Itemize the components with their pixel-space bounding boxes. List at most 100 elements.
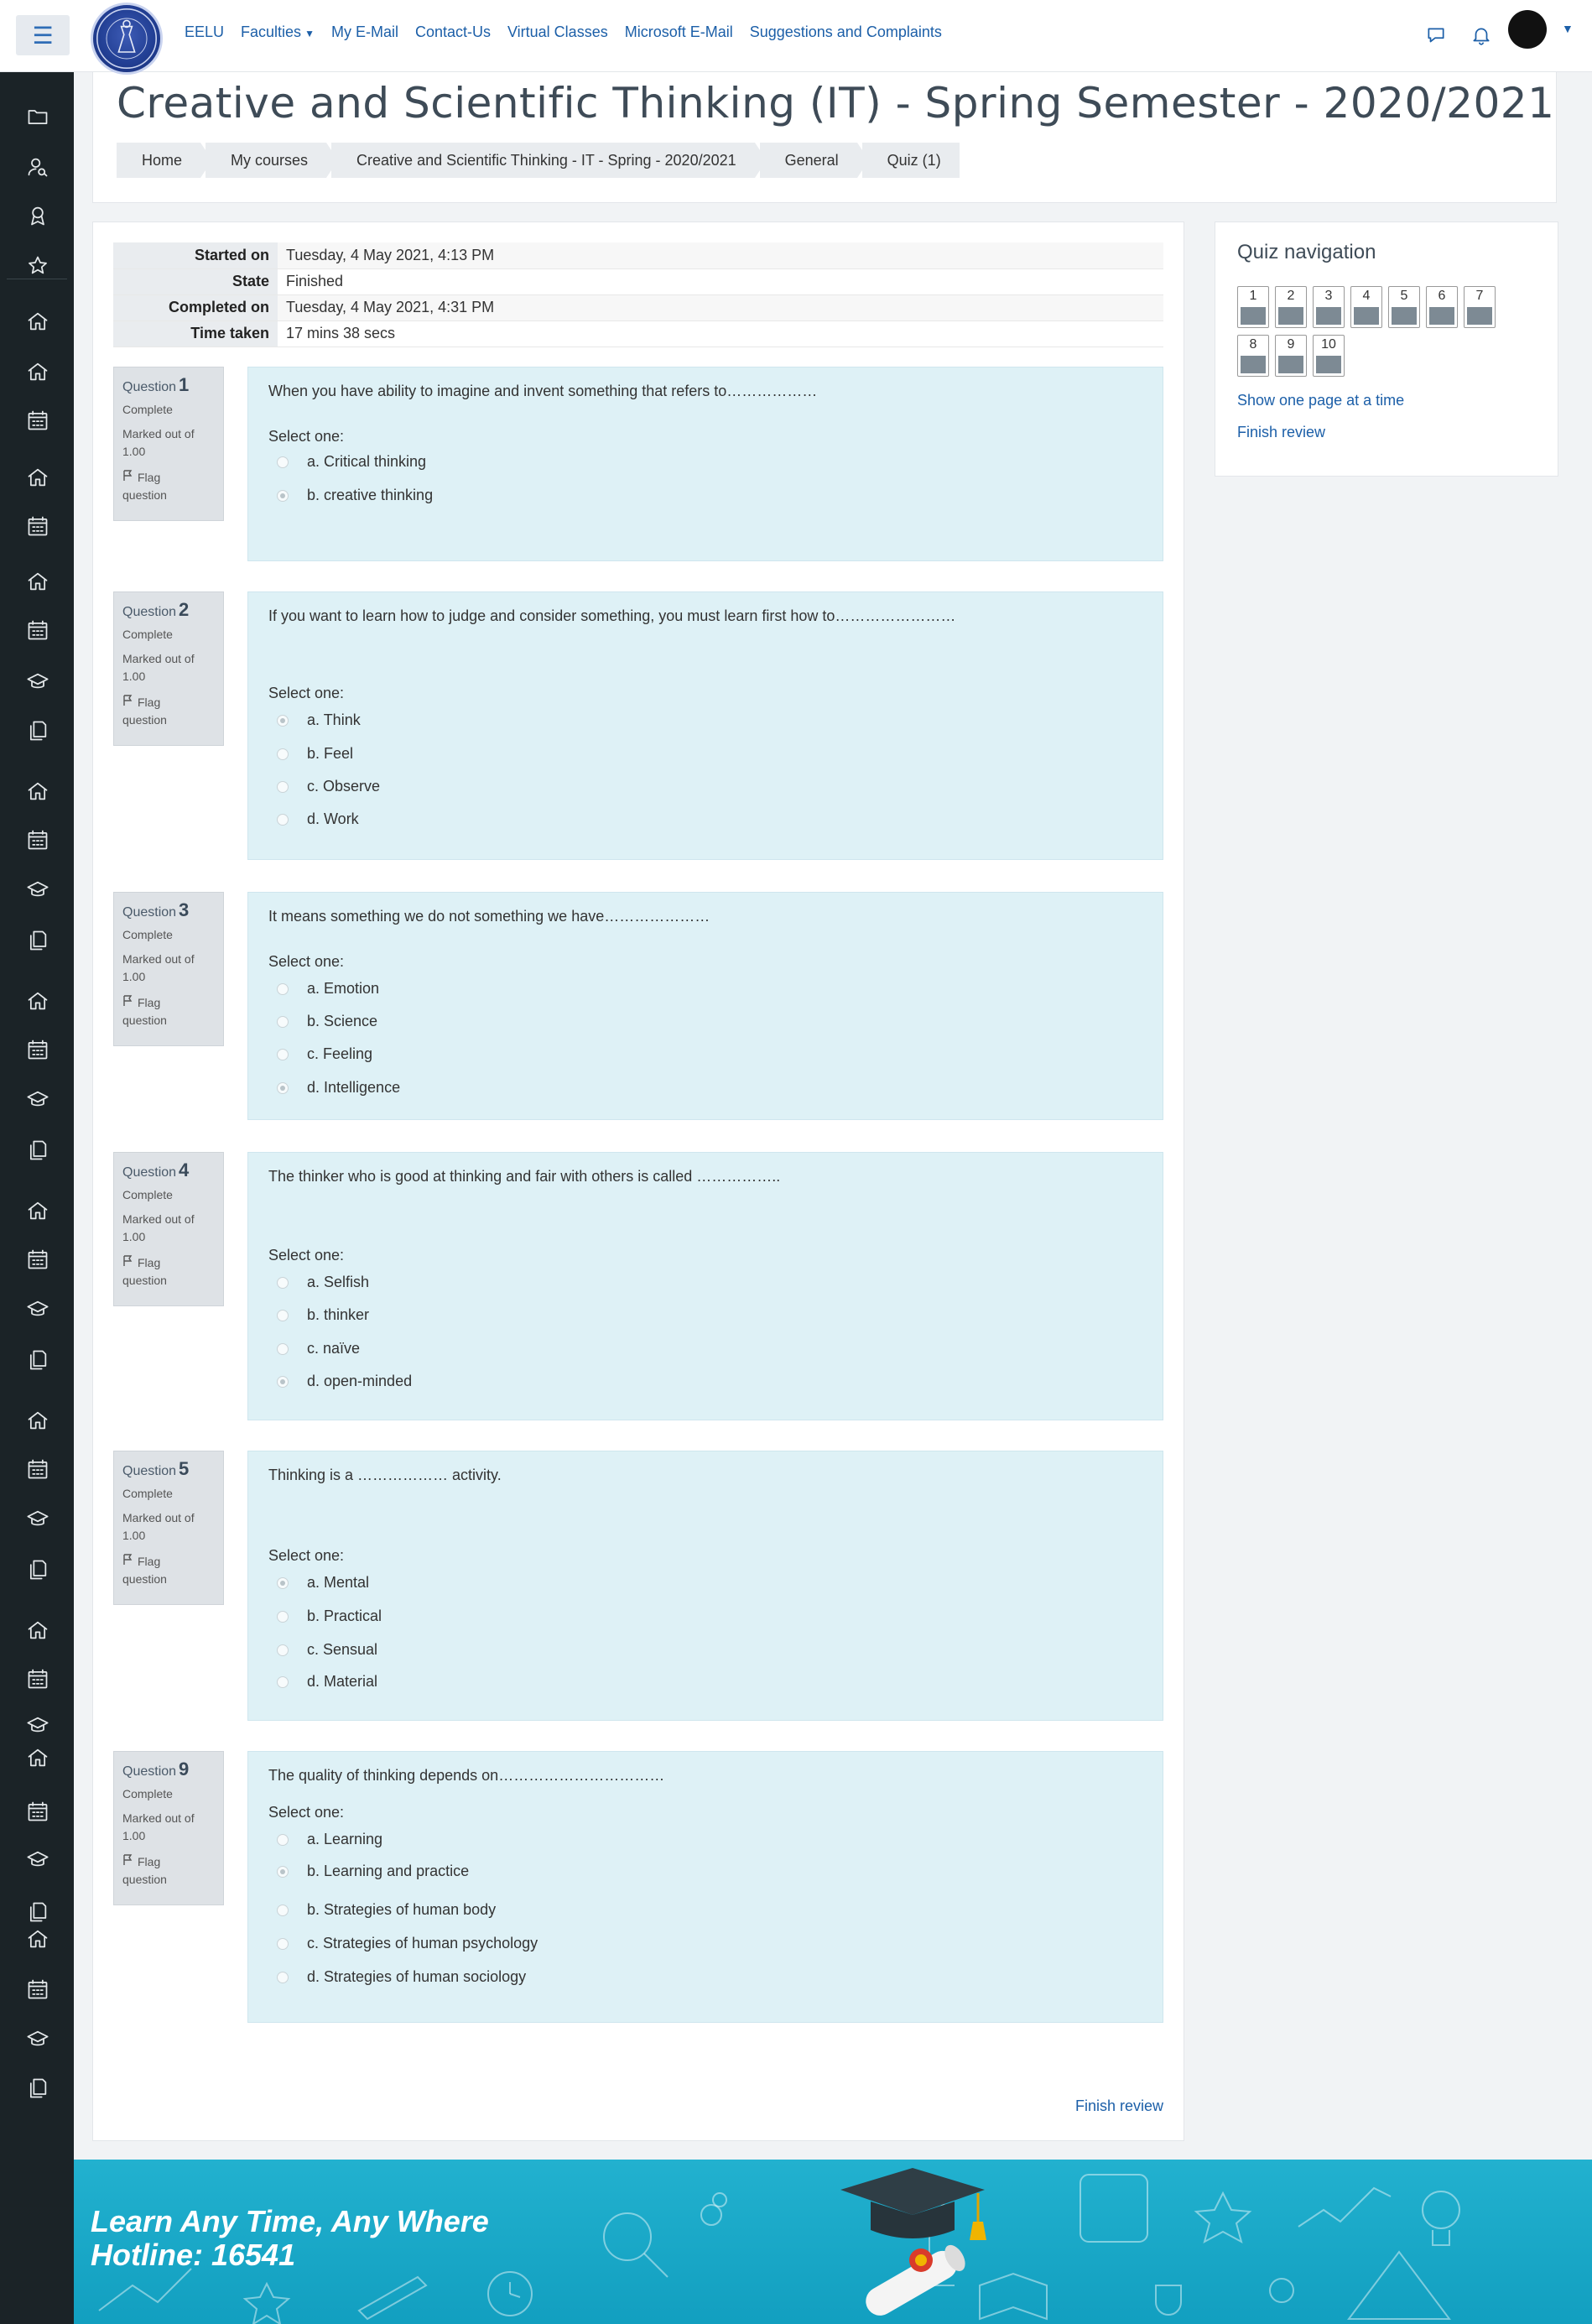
sidebar-item-18[interactable]: [23, 987, 52, 1015]
nav-link-microsoft-e-mail[interactable]: Microsoft E-Mail: [625, 23, 733, 41]
answer-radio[interactable]: [277, 456, 289, 468]
answer-option[interactable]: d. Strategies of human sociology: [277, 1968, 526, 1986]
messages-button[interactable]: [1421, 20, 1451, 50]
quiz-nav-question-button[interactable]: 3: [1313, 286, 1345, 328]
nav-link-virtual-classes[interactable]: Virtual Classes: [507, 23, 608, 41]
answer-radio[interactable]: [277, 1937, 289, 1950]
sidebar-item-25[interactable]: [23, 1346, 52, 1374]
chevron-down-icon[interactable]: ▼: [1562, 22, 1574, 35]
answer-radio[interactable]: [277, 748, 289, 760]
quiz-nav-question-button[interactable]: 4: [1350, 286, 1382, 328]
quiz-nav-question-button[interactable]: 2: [1275, 286, 1307, 328]
answer-radio[interactable]: [277, 1865, 289, 1878]
sidebar-item-5[interactable]: [23, 307, 52, 336]
quiz-nav-question-button[interactable]: 9: [1275, 335, 1307, 377]
answer-option[interactable]: c. Feeling: [277, 1045, 372, 1063]
sidebar-item-28[interactable]: [23, 1505, 52, 1534]
sidebar-item-4[interactable]: [23, 252, 52, 280]
answer-option[interactable]: a. Critical thinking: [277, 453, 426, 471]
breadcrumb-item[interactable]: Creative and Scientific Thinking - IT - …: [331, 143, 767, 178]
answer-radio[interactable]: [277, 1015, 289, 1028]
nav-link-my-e-mail[interactable]: My E-Mail: [331, 23, 398, 41]
sidebar-item-39[interactable]: [23, 2025, 52, 2054]
answer-radio[interactable]: [277, 1276, 289, 1289]
sidebar-item-19[interactable]: [23, 1035, 52, 1064]
sidebar-item-35[interactable]: [23, 1846, 52, 1874]
answer-radio[interactable]: [277, 1971, 289, 1983]
answer-option[interactable]: c. Sensual: [277, 1641, 377, 1659]
flag-question-button[interactable]: Flag question: [122, 469, 215, 504]
answer-radio[interactable]: [277, 982, 289, 995]
sidebar-item-9[interactable]: [23, 512, 52, 540]
answer-radio[interactable]: [277, 1375, 289, 1388]
answer-option[interactable]: c. naïve: [277, 1340, 360, 1357]
answer-radio[interactable]: [277, 1342, 289, 1355]
answer-radio[interactable]: [277, 1610, 289, 1623]
answer-radio[interactable]: [277, 813, 289, 826]
answer-option[interactable]: a. Think: [277, 711, 361, 729]
sidebar-item-27[interactable]: [23, 1455, 52, 1483]
answer-option[interactable]: b. creative thinking: [277, 487, 433, 504]
sidebar-item-40[interactable]: [23, 2074, 52, 2103]
flag-question-button[interactable]: Flag question: [122, 1553, 215, 1588]
quiz-nav-question-button[interactable]: 6: [1426, 286, 1458, 328]
breadcrumb-item[interactable]: Home: [117, 143, 213, 178]
sidebar-item-15[interactable]: [23, 826, 52, 854]
answer-option[interactable]: b. Learning and practice: [277, 1863, 469, 1880]
sidebar-item-26[interactable]: [23, 1406, 52, 1435]
answer-option[interactable]: d. open-minded: [277, 1373, 412, 1390]
sidebar-item-38[interactable]: [23, 1975, 52, 2004]
sidebar-item-23[interactable]: [23, 1245, 52, 1274]
quiz-nav-question-button[interactable]: 10: [1313, 335, 1345, 377]
nav-link-faculties[interactable]: Faculties ▼: [241, 23, 315, 41]
sidebar-item-16[interactable]: [23, 876, 52, 904]
answer-option[interactable]: b. Feel: [277, 745, 353, 763]
answer-option[interactable]: b. Strategies of human body: [277, 1901, 496, 1919]
answer-radio[interactable]: [277, 1833, 289, 1846]
sidebar-item-1[interactable]: [23, 102, 52, 131]
nav-link-eelu[interactable]: EELU: [185, 23, 224, 41]
answer-option[interactable]: c. Observe: [277, 778, 380, 795]
sidebar-item-2[interactable]: [23, 153, 52, 181]
sidebar-item-30[interactable]: [23, 1616, 52, 1644]
menu-button[interactable]: ☰: [16, 15, 70, 55]
sidebar-item-14[interactable]: [23, 777, 52, 805]
quiz-nav-question-button[interactable]: 1: [1237, 286, 1269, 328]
quiz-nav-question-button[interactable]: 5: [1388, 286, 1420, 328]
answer-radio[interactable]: [277, 1904, 289, 1916]
answer-radio[interactable]: [277, 1644, 289, 1656]
answer-option[interactable]: d. Intelligence: [277, 1079, 400, 1097]
flag-question-button[interactable]: Flag question: [122, 1853, 215, 1889]
sidebar-item-29[interactable]: [23, 1555, 52, 1584]
answer-radio[interactable]: [277, 1576, 289, 1589]
sidebar-item-17[interactable]: [23, 926, 52, 955]
answer-radio[interactable]: [277, 489, 289, 502]
flag-question-button[interactable]: Flag question: [122, 994, 215, 1029]
flag-question-button[interactable]: Flag question: [122, 694, 215, 729]
answer-radio[interactable]: [277, 1081, 289, 1094]
quiz-nav-question-button[interactable]: 8: [1237, 335, 1269, 377]
notifications-button[interactable]: [1466, 20, 1496, 50]
sidebar-item-20[interactable]: [23, 1086, 52, 1114]
nav-link-suggestions-and-complaints[interactable]: Suggestions and Complaints: [750, 23, 942, 41]
answer-radio[interactable]: [277, 714, 289, 727]
sidebar-item-6[interactable]: [23, 357, 52, 386]
answer-radio[interactable]: [277, 780, 289, 793]
sidebar-item-3[interactable]: [23, 201, 52, 230]
finish-review-link[interactable]: Finish review: [1075, 2097, 1163, 2115]
answer-option[interactable]: d. Material: [277, 1673, 377, 1691]
answer-option[interactable]: b. Science: [277, 1013, 377, 1030]
avatar[interactable]: [1508, 10, 1547, 49]
answer-radio[interactable]: [277, 1048, 289, 1060]
sidebar-item-34[interactable]: [23, 1797, 52, 1826]
breadcrumb-item[interactable]: Quiz (1): [861, 143, 960, 178]
sidebar-item-24[interactable]: [23, 1295, 52, 1324]
flag-question-button[interactable]: Flag question: [122, 1254, 215, 1290]
sidebar-item-12[interactable]: [23, 668, 52, 696]
sidebar-item-32[interactable]: [23, 1712, 52, 1740]
breadcrumb-item[interactable]: General: [759, 143, 869, 178]
show-one-page-link[interactable]: Show one page at a time: [1237, 392, 1404, 409]
quiz-nav-question-button[interactable]: 7: [1464, 286, 1496, 328]
answer-radio[interactable]: [277, 1309, 289, 1321]
finish-review-nav-link[interactable]: Finish review: [1237, 424, 1325, 441]
